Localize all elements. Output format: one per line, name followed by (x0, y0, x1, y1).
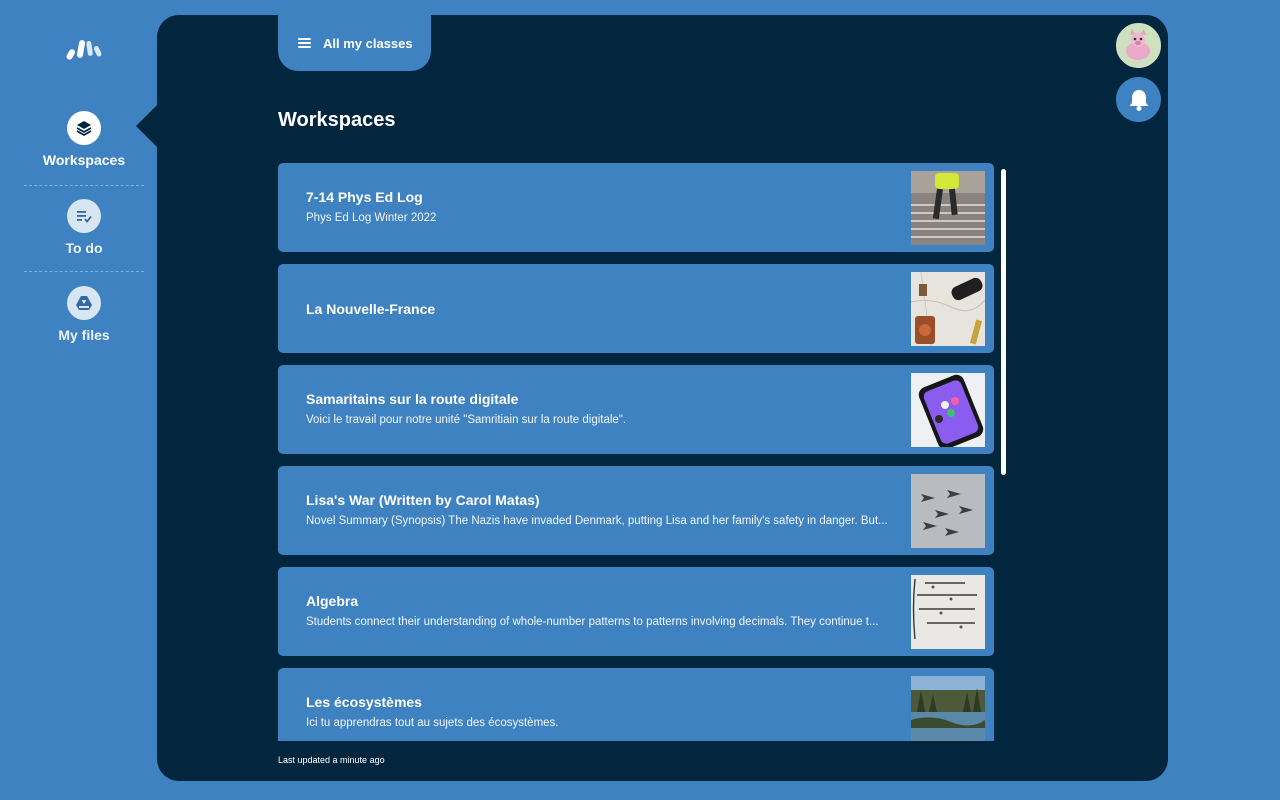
fighter-jets-photo (911, 474, 985, 548)
drive-icon (67, 286, 101, 320)
workspace-card[interactable]: Samaritains sur la route digitale Voici … (278, 365, 994, 454)
class-selector-button[interactable]: All my classes (278, 15, 431, 71)
workspace-title: La Nouvelle-France (306, 301, 436, 317)
sidebar-item-label: To do (65, 240, 103, 256)
list-scrollbar[interactable] (1001, 169, 1006, 475)
workspace-card[interactable]: Algebra Students connect their understan… (278, 567, 994, 656)
layers-icon (67, 111, 101, 145)
workspace-card[interactable]: 7-14 Phys Ed Log Phys Ed Log Winter 2022 (278, 163, 994, 252)
class-selector-label: All my classes (323, 35, 413, 51)
workspace-list: 7-14 Phys Ed Log Phys Ed Log Winter 2022… (278, 163, 994, 741)
workspace-card[interactable]: La Nouvelle-France (278, 264, 994, 353)
workspace-description: Phys Ed Log Winter 2022 (306, 212, 437, 224)
workspace-description: Students connect their understanding of … (306, 616, 879, 628)
workspace-title: Samaritains sur la route digitale (306, 391, 519, 407)
app-logo[interactable] (66, 36, 102, 62)
lake-forest-photo (911, 676, 985, 741)
checklist-icon (67, 199, 101, 233)
workspace-title: Lisa's War (Written by Carol Matas) (306, 492, 540, 508)
divider (24, 271, 144, 272)
map-and-compass-photo (911, 272, 985, 346)
workspace-title: Les écosystèmes (306, 694, 422, 710)
workspace-description: Novel Summary (Synopsis) The Nazis have … (306, 515, 888, 527)
active-nav-indicator (136, 104, 158, 148)
sidebar-item-todo[interactable]: To do (24, 199, 144, 285)
avatar[interactable] (1116, 23, 1161, 68)
workspace-description: Voici le travail pour notre unité "Samri… (306, 414, 627, 426)
sidebar-item-label: Workspaces (42, 152, 126, 168)
sidebar-item-label: My files (58, 327, 110, 343)
divider (24, 185, 144, 186)
workspace-title: Algebra (306, 593, 359, 609)
stairs-running-photo (911, 171, 985, 245)
workspace-card[interactable]: Lisa's War (Written by Carol Matas) Nove… (278, 466, 994, 555)
user-avatar-icon (1118, 25, 1159, 66)
smartphone-photo (911, 373, 985, 447)
menu-icon (298, 38, 311, 48)
page-title: Workspaces (278, 109, 396, 131)
bell-icon (1129, 89, 1148, 111)
workspace-card[interactable]: Les écosystèmes Ici tu apprendras tout a… (278, 668, 994, 741)
equations-photo (911, 575, 985, 649)
workspace-description: Ici tu apprendras tout au sujets des éco… (306, 717, 559, 729)
sidebar-item-my-files[interactable]: My files (24, 286, 144, 372)
workspace-title: 7-14 Phys Ed Log (306, 189, 423, 205)
notifications-button[interactable] (1116, 77, 1161, 122)
last-updated-text: Last updated a minute ago (278, 755, 385, 765)
